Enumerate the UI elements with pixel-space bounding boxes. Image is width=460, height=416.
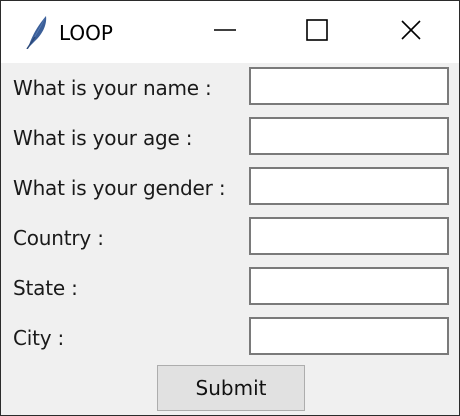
name-row: What is your name : — [1, 63, 459, 113]
country-input[interactable] — [249, 217, 449, 255]
maximize-icon — [306, 19, 328, 45]
app-window: LOOP What is your name: What is your ag… — [0, 0, 460, 416]
submit-button[interactable]: Submit — [157, 365, 305, 411]
city-row: City : — [1, 313, 459, 363]
city-label: City : — [13, 326, 65, 350]
state-input[interactable] — [249, 267, 449, 305]
feather-icon — [25, 15, 49, 50]
country-row: Country : — [1, 213, 459, 263]
gender-input[interactable] — [249, 167, 449, 205]
age-label: What is your age : — [13, 126, 193, 150]
form-area: What is your name : What is your age : W… — [1, 63, 459, 415]
window-title: LOOP — [59, 21, 113, 45]
age-row: What is your age : — [1, 113, 459, 163]
state-label: State : — [13, 276, 78, 300]
title-bar[interactable]: LOOP — [1, 1, 459, 63]
minimize-button[interactable] — [179, 1, 271, 63]
name-label: What is your name : — [13, 76, 212, 100]
maximize-button[interactable] — [271, 1, 363, 63]
country-label: Country : — [13, 226, 104, 250]
minimize-icon — [214, 19, 236, 45]
state-row: State : — [1, 263, 459, 313]
age-input[interactable] — [249, 117, 449, 155]
city-input[interactable] — [249, 317, 449, 355]
name-input[interactable] — [249, 67, 449, 105]
close-button[interactable] — [363, 1, 459, 63]
gender-row: What is your gender : — [1, 163, 459, 213]
close-icon — [400, 19, 422, 45]
gender-label: What is your gender : — [13, 176, 226, 200]
